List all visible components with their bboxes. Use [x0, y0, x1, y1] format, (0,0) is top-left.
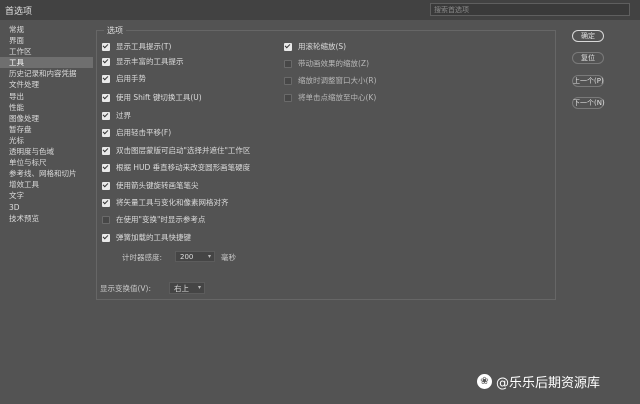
option-flick-panning[interactable]: 启用轻击平移(F)	[102, 127, 171, 138]
chevron-down-icon: ▾	[197, 284, 201, 291]
sidebar-item-general[interactable]: 常规	[0, 24, 93, 35]
timer-unit: 毫秒	[221, 253, 236, 262]
option-snap-vector-tools[interactable]: 将矢量工具与变化和像素网格对齐	[102, 197, 229, 208]
option-zoom-resize-windows[interactable]: 缩放时调整窗口大小(R)	[284, 75, 377, 86]
sidebar-item-history[interactable]: 历史记录和内容凭据	[0, 68, 93, 79]
timer-input[interactable]: 200 ▾	[175, 251, 215, 262]
sidebar-item-tools[interactable]: 工具	[0, 57, 93, 69]
checkbox-checked[interactable]	[102, 146, 110, 155]
checkbox-checked[interactable]	[284, 42, 292, 51]
sidebar-item-guides[interactable]: 参考线、网格和切片	[0, 168, 93, 179]
option-rich-tooltips[interactable]: 显示丰富的工具提示	[102, 56, 184, 67]
timer-label: 计时器感度:	[122, 253, 163, 262]
checkbox-checked[interactable]	[102, 42, 110, 51]
checkbox-checked[interactable]	[102, 198, 110, 207]
checkbox-unchecked[interactable]	[102, 215, 110, 224]
sidebar-item-export[interactable]: 导出	[0, 91, 93, 102]
option-spring-loaded-shortcuts[interactable]: 弹簧加载的工具快捷键	[102, 232, 191, 243]
option-show-tooltips[interactable]: 显示工具提示(T)	[102, 41, 171, 52]
checkbox-checked[interactable]	[102, 163, 110, 172]
checkbox-checked[interactable]	[102, 93, 110, 102]
watermark: ❀ @乐乐后期资源库	[477, 372, 600, 391]
sidebar-item-3d[interactable]: 3D	[0, 202, 93, 213]
option-overscroll[interactable]: 过界	[102, 110, 131, 121]
option-animated-zoom[interactable]: 带动画效果的缩放(Z)	[284, 58, 369, 69]
option-hud-brush-hardness[interactable]: 根据 HUD 垂直移动来改变圆形画笔硬度	[102, 162, 250, 173]
option-double-click-mask[interactable]: 双击图层蒙版可启动"选择并遮住"工作区	[102, 145, 250, 156]
checkbox-checked[interactable]	[102, 233, 110, 242]
window-title: 首选项	[5, 7, 33, 17]
preferences-sidebar: 常规 界面 工作区 工具 历史记录和内容凭据 文件处理 导出 性能 图像处理 暂…	[0, 24, 93, 404]
sidebar-item-scratch-disks[interactable]: 暂存盘	[0, 124, 93, 135]
option-show-reference-point[interactable]: 在使用"变换"时显示参考点	[102, 214, 205, 225]
option-shift-switch-tool[interactable]: 使用 Shift 键切换工具(U)	[102, 92, 202, 103]
sidebar-item-file-handling[interactable]: 文件处理	[0, 79, 93, 90]
sidebar-item-cursors[interactable]: 光标	[0, 135, 93, 146]
checkbox-checked[interactable]	[102, 74, 110, 83]
option-zoom-scroll-wheel[interactable]: 用滚轮缩放(S)	[284, 41, 346, 52]
checkbox-unchecked[interactable]	[284, 93, 292, 102]
paw-icon: ❀	[477, 374, 492, 389]
title-bar: 首选项	[0, 0, 640, 20]
search-input[interactable]	[431, 4, 629, 15]
search-field[interactable]	[430, 3, 630, 16]
option-gestures[interactable]: 启用手势	[102, 73, 146, 84]
sidebar-item-type[interactable]: 文字	[0, 190, 93, 201]
option-zoom-clicked-point[interactable]: 将单击点缩放至中心(K)	[284, 92, 376, 103]
sidebar-item-tech-preview[interactable]: 技术预览	[0, 213, 93, 224]
transform-values-select[interactable]: 右上 ▾	[169, 282, 205, 294]
checkbox-checked[interactable]	[102, 111, 110, 120]
options-group-title: 选项	[104, 25, 126, 36]
sidebar-item-transparency[interactable]: 透明度与色域	[0, 146, 93, 157]
option-arrow-rotate-brush[interactable]: 使用箭头键旋转画笔笔尖	[102, 180, 199, 191]
sidebar-item-image-processing[interactable]: 图像处理	[0, 113, 93, 124]
chevron-down-icon[interactable]: ▾	[208, 253, 211, 260]
prev-button[interactable]: 上一个(P)	[572, 75, 604, 87]
checkbox-unchecked[interactable]	[284, 76, 292, 85]
sidebar-item-plugins[interactable]: 增效工具	[0, 179, 93, 190]
sidebar-item-performance[interactable]: 性能	[0, 102, 93, 113]
checkbox-checked[interactable]	[102, 181, 110, 190]
checkbox-checked[interactable]	[102, 128, 110, 137]
checkbox-checked[interactable]	[102, 57, 110, 66]
reset-button[interactable]: 复位	[572, 52, 604, 64]
transform-values-label: 显示变换值(V):	[100, 284, 152, 293]
sidebar-item-units[interactable]: 单位与标尺	[0, 157, 93, 168]
next-button[interactable]: 下一个(N)	[572, 97, 605, 109]
sidebar-item-interface[interactable]: 界面	[0, 35, 93, 46]
sidebar-item-workspace[interactable]: 工作区	[0, 46, 93, 57]
ok-button[interactable]: 确定	[572, 30, 604, 42]
checkbox-unchecked[interactable]	[284, 59, 292, 68]
